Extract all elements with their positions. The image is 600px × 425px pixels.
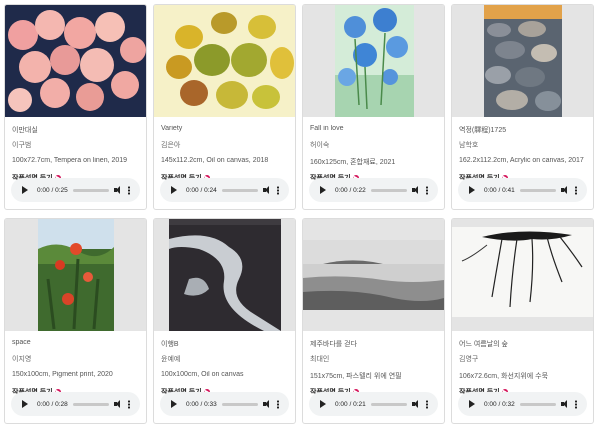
- artwork-title: 어느 여름날의 숲: [459, 341, 508, 348]
- artwork-card[interactable]: space 이지영 150x100cm, Pigment print, 2020…: [4, 218, 147, 424]
- audio-progress-bar[interactable]: [370, 402, 407, 406]
- audio-time: 0:00 / 0:21: [335, 400, 366, 408]
- artwork-spec: 162.2x112.2cm, Acrylic on canvas, 2017: [459, 157, 584, 164]
- artwork-grid: 이만대실 이구범 100x72.7cm, Tempera on linen, 2…: [4, 4, 594, 424]
- more-options-icon[interactable]: [426, 185, 428, 195]
- artwork-card[interactable]: 제주바다를 걷다 최대인 151x75cm, 파스텔리 위에 연필 작품설명 듣…: [302, 218, 445, 424]
- audio-time: 0:00 / 0:33: [186, 400, 217, 408]
- artwork-title: 이만대실: [12, 127, 38, 134]
- artwork-spec: 100x100cm, Oil on canvas: [161, 371, 244, 378]
- artist-name: 허이숙: [310, 142, 330, 149]
- more-options-icon[interactable]: [426, 399, 428, 409]
- play-icon[interactable]: [171, 400, 177, 408]
- artwork-image: [335, 5, 414, 117]
- artwork-card[interactable]: 역정(驛程)1725 남학호 162.2x112.2cm, Acrylic on…: [451, 4, 594, 210]
- artwork-image: [169, 219, 281, 331]
- artist-name: 남학호: [459, 142, 479, 149]
- audio-progress-bar[interactable]: [519, 402, 556, 406]
- artwork-card[interactable]: 어느 여름날의 숲 김영구 106x72.6cm, 화선지위에 수묵 작품설명 …: [451, 218, 594, 424]
- audio-player[interactable]: 0:00 / 0:41: [458, 178, 587, 202]
- play-icon[interactable]: [22, 400, 28, 408]
- audio-player[interactable]: 0:00 / 0:33: [160, 392, 289, 416]
- volume-icon[interactable]: [412, 186, 421, 194]
- artwork-image: [303, 240, 444, 310]
- artist-name: 이구범: [12, 142, 32, 149]
- artwork-card[interactable]: 이만대실 이구범 100x72.7cm, Tempera on linen, 2…: [4, 4, 147, 210]
- volume-icon[interactable]: [263, 400, 272, 408]
- artwork-title: 제주바다를 걷다: [310, 341, 358, 348]
- play-icon[interactable]: [469, 186, 475, 194]
- artwork-spec: 151x75cm, 파스텔리 위에 연필: [310, 373, 402, 380]
- artwork-title: Fall in love: [310, 125, 344, 132]
- artwork-image: [484, 5, 562, 117]
- artwork-thumbnail[interactable]: [154, 5, 295, 117]
- audio-progress-bar[interactable]: [72, 402, 109, 406]
- more-options-icon[interactable]: [575, 399, 577, 409]
- artwork-image: [5, 5, 146, 117]
- play-icon[interactable]: [320, 186, 326, 194]
- audio-time: 0:00 / 0:41: [484, 186, 515, 194]
- volume-icon[interactable]: [114, 400, 123, 408]
- more-options-icon[interactable]: [128, 185, 130, 195]
- volume-icon[interactable]: [114, 186, 123, 194]
- artwork-thumbnail[interactable]: [154, 219, 295, 331]
- audio-player[interactable]: 0:00 / 0:24: [160, 178, 289, 202]
- play-icon[interactable]: [171, 186, 177, 194]
- more-options-icon[interactable]: [277, 399, 279, 409]
- more-options-icon[interactable]: [128, 399, 130, 409]
- more-options-icon[interactable]: [575, 185, 577, 195]
- play-icon[interactable]: [22, 186, 28, 194]
- artwork-spec: 106x72.6cm, 화선지위에 수묵: [459, 373, 549, 380]
- audio-time: 0:00 / 0:28: [37, 400, 68, 408]
- artwork-thumbnail[interactable]: [303, 5, 444, 117]
- audio-player[interactable]: 0:00 / 0:25: [11, 178, 140, 202]
- artwork-thumbnail[interactable]: [5, 219, 146, 331]
- volume-icon[interactable]: [561, 400, 570, 408]
- artwork-spec: 160x125cm, 혼합재료, 2021: [310, 159, 396, 166]
- audio-time: 0:00 / 0:25: [37, 186, 68, 194]
- audio-time: 0:00 / 0:32: [484, 400, 515, 408]
- artwork-image: [154, 5, 295, 117]
- artwork-card[interactable]: 이행B 윤예예 100x100cm, Oil on canvas 작품설명 듣기…: [153, 218, 296, 424]
- audio-time: 0:00 / 0:22: [335, 186, 366, 194]
- audio-progress-bar[interactable]: [221, 188, 258, 192]
- artwork-title: space: [12, 339, 31, 346]
- artwork-card[interactable]: Fall in love 허이숙 160x125cm, 혼합재료, 2021 작…: [302, 4, 445, 210]
- artist-name: 윤예예: [161, 356, 181, 363]
- artwork-thumbnail[interactable]: [452, 5, 593, 117]
- artwork-image: [38, 219, 114, 331]
- artwork-title: 이행B: [161, 341, 179, 348]
- artwork-title: Variety: [161, 125, 183, 132]
- play-icon[interactable]: [320, 400, 326, 408]
- audio-progress-bar[interactable]: [221, 402, 258, 406]
- audio-time: 0:00 / 0:24: [186, 186, 217, 194]
- volume-icon[interactable]: [412, 400, 421, 408]
- audio-player[interactable]: 0:00 / 0:21: [309, 392, 438, 416]
- artwork-thumbnail[interactable]: [5, 5, 146, 117]
- artwork-card[interactable]: Variety 김은아 145x112.2cm, Oil on canvas, …: [153, 4, 296, 210]
- volume-icon[interactable]: [263, 186, 272, 194]
- audio-progress-bar[interactable]: [519, 188, 556, 192]
- more-options-icon[interactable]: [277, 185, 279, 195]
- artist-name: 김은아: [161, 142, 181, 149]
- artwork-title: 역정(驛程)1725: [459, 127, 507, 134]
- artwork-thumbnail[interactable]: [303, 219, 444, 331]
- artwork-image: [452, 227, 593, 317]
- artwork-spec: 150x100cm, Pigment print, 2020: [12, 371, 113, 378]
- audio-player[interactable]: 0:00 / 0:28: [11, 392, 140, 416]
- artwork-thumbnail[interactable]: [452, 219, 593, 331]
- artist-name: 김영구: [459, 356, 479, 363]
- play-icon[interactable]: [469, 400, 475, 408]
- audio-progress-bar[interactable]: [370, 188, 407, 192]
- audio-player[interactable]: 0:00 / 0:32: [458, 392, 587, 416]
- audio-progress-bar[interactable]: [72, 188, 109, 192]
- audio-player[interactable]: 0:00 / 0:22: [309, 178, 438, 202]
- artist-name: 이지영: [12, 356, 32, 363]
- artist-name: 최대인: [310, 356, 330, 363]
- volume-icon[interactable]: [561, 186, 570, 194]
- artwork-spec: 100x72.7cm, Tempera on linen, 2019: [12, 157, 128, 164]
- artwork-spec: 145x112.2cm, Oil on canvas, 2018: [161, 157, 269, 164]
